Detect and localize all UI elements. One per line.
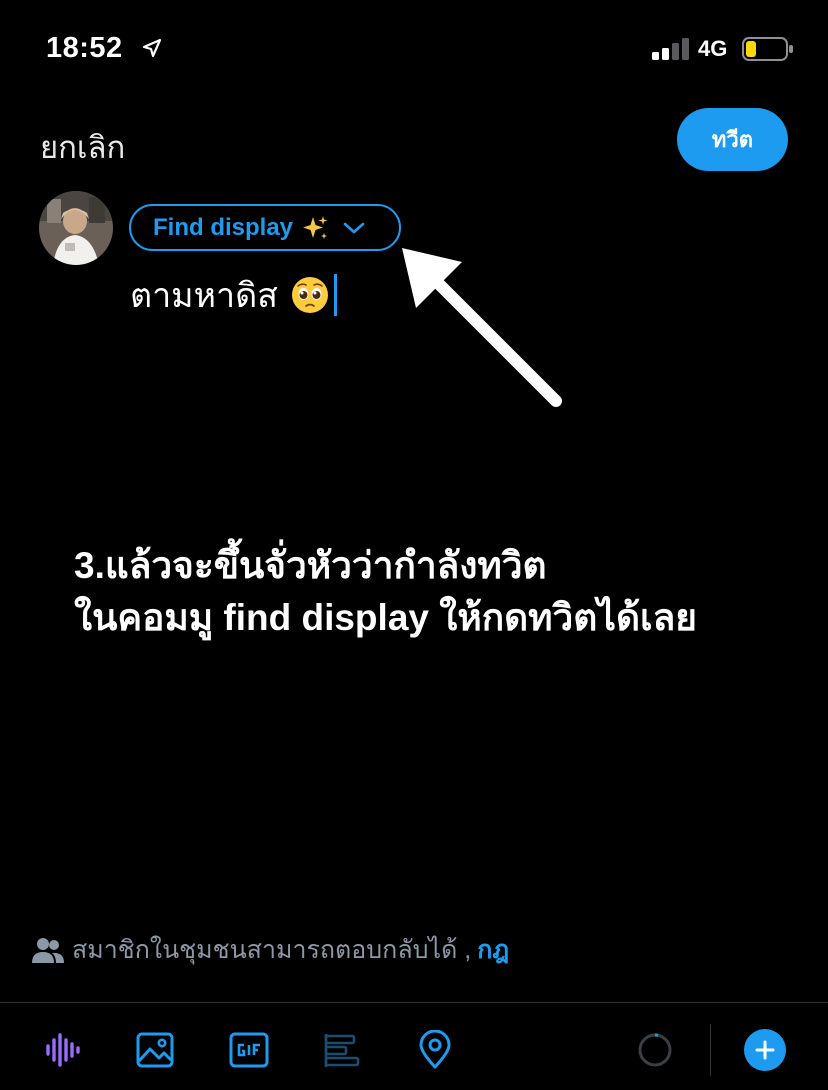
- caption-line-2: ในคอมมู find display ให้กดทวิตได้เลย: [74, 597, 697, 638]
- voice-button[interactable]: [40, 1028, 84, 1072]
- add-thread-button[interactable]: [744, 1029, 786, 1071]
- chevron-down-icon: [343, 222, 365, 233]
- caption-line-1: 3.แล้วจะขึ้นจั่วหัวว่ากำลังทวิต: [74, 545, 547, 586]
- toolbar-divider: [0, 1002, 828, 1003]
- gif-icon: [229, 1032, 269, 1068]
- network-type: 4G: [698, 36, 728, 61]
- toolbar-separator: [710, 1024, 711, 1076]
- reply-settings[interactable]: สมาชิกในชุมชนสามารถตอบกลับได้ , กฎ: [32, 930, 509, 970]
- location-button[interactable]: [413, 1028, 457, 1072]
- rules-link[interactable]: กฎ: [477, 930, 509, 970]
- location-icon: [419, 1030, 451, 1069]
- annotation-arrow-icon: [402, 248, 562, 407]
- annotation-caption: 3.แล้วจะขึ้นจั่วหัวว่ากำลังทวิต ในคอมมู …: [74, 540, 804, 644]
- progress-ring-icon: [638, 1033, 672, 1067]
- sparkles-icon: [303, 215, 328, 239]
- character-count-ring: [633, 1028, 677, 1072]
- location-arrow-icon: [142, 38, 162, 58]
- voice-waveform-icon: [46, 1033, 80, 1067]
- reply-settings-text: สมาชิกในชุมชนสามารถตอบกลับได้ ,: [72, 936, 472, 964]
- text-cursor: [333, 274, 337, 316]
- people-icon: [32, 938, 64, 963]
- community-audience-selector[interactable]: Find display: [129, 204, 401, 251]
- tweet-text: ตามหาดิส: [130, 277, 278, 315]
- plus-icon: [755, 1040, 775, 1060]
- poll-icon: [324, 1034, 360, 1067]
- community-name: Find display: [153, 213, 294, 241]
- avatar[interactable]: [39, 191, 113, 265]
- image-button[interactable]: [133, 1028, 177, 1072]
- tweet-text-input[interactable]: ตามหาดิส: [130, 268, 337, 322]
- battery-icon: [742, 37, 793, 61]
- image-icon: [136, 1032, 174, 1068]
- gif-button[interactable]: [227, 1028, 271, 1072]
- signal-strength-icon: [652, 38, 689, 60]
- status-time: 18:52: [46, 32, 123, 64]
- tweet-button[interactable]: ทวีต: [677, 108, 788, 171]
- cancel-button[interactable]: ยกเลิก: [40, 122, 125, 172]
- poll-button[interactable]: [320, 1028, 364, 1072]
- pleading-face-emoji-icon: [291, 277, 328, 313]
